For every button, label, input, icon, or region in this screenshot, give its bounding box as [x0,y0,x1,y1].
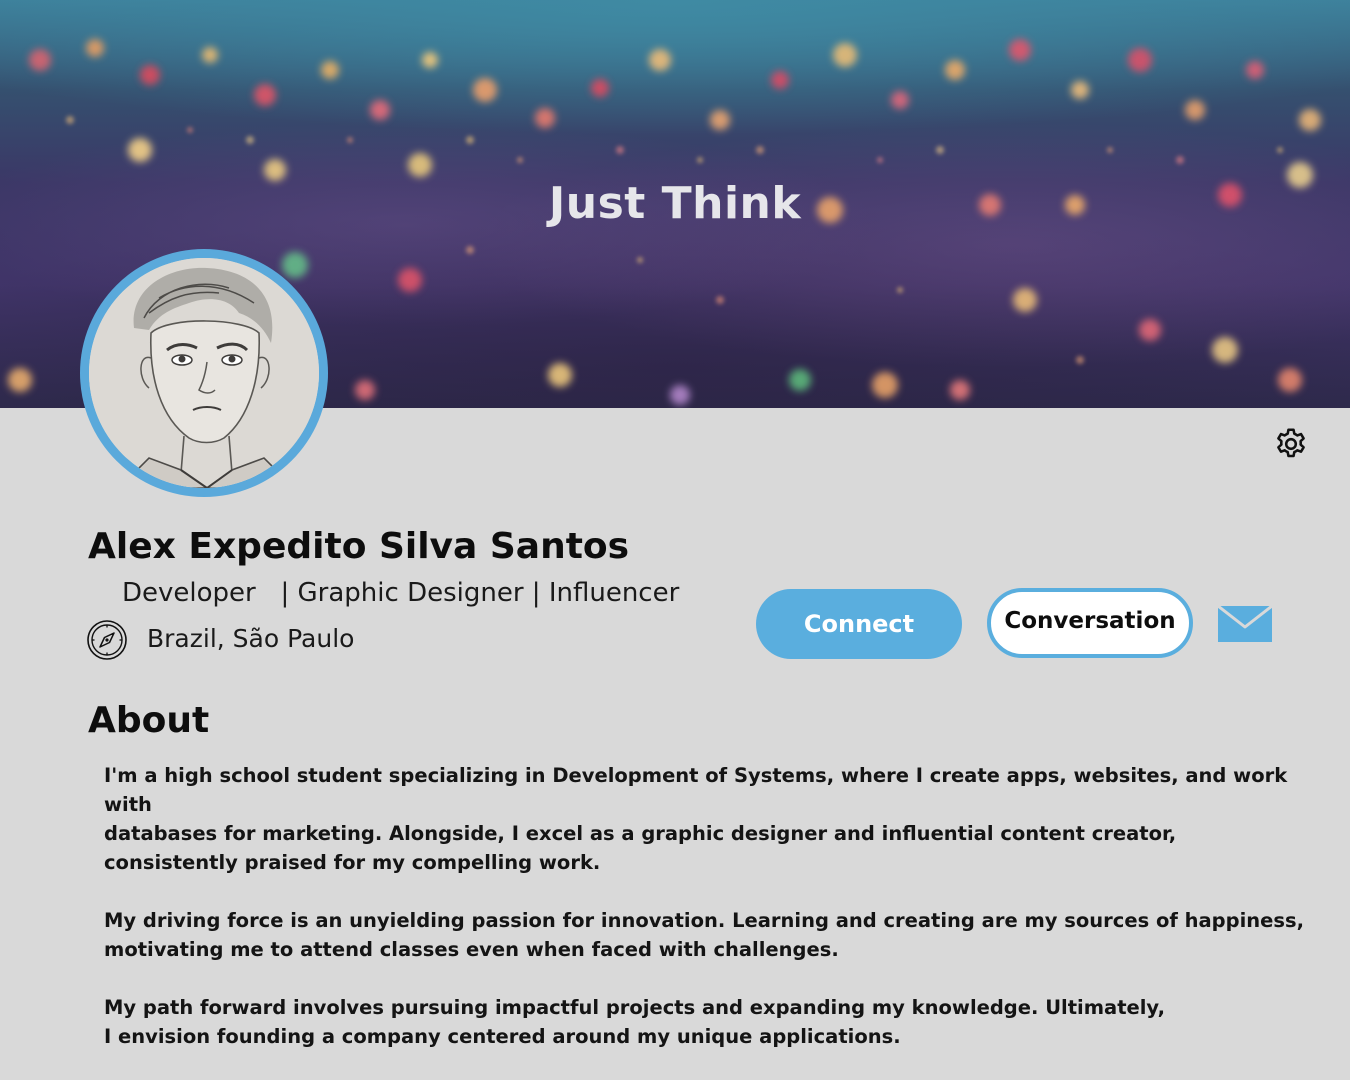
about-paragraph: My path forward involves pursuing impact… [104,996,1166,1048]
gear-icon[interactable] [1273,426,1309,462]
about-heading: About [88,700,210,741]
about-text: I'm a high school student specializing i… [104,761,1304,1080]
profile-location: Brazil, São Paulo [147,624,355,653]
about-paragraph: I'm a high school student specializing i… [104,764,1288,874]
profile-name: Alex Expedito Silva Santos [88,526,630,567]
about-paragraph: My driving force is an unyielding passio… [104,909,1305,961]
cover-title: Just Think [548,178,802,229]
profile-headline: Developer | Graphic Designer | Influence… [122,578,680,608]
envelope-icon[interactable] [1218,606,1272,642]
compass-icon [87,620,127,660]
conversation-button[interactable]: Conversation [987,588,1193,658]
avatar-sketch-portrait [89,258,319,488]
connect-button[interactable]: Connect [756,589,962,659]
profile-avatar[interactable] [80,249,328,497]
